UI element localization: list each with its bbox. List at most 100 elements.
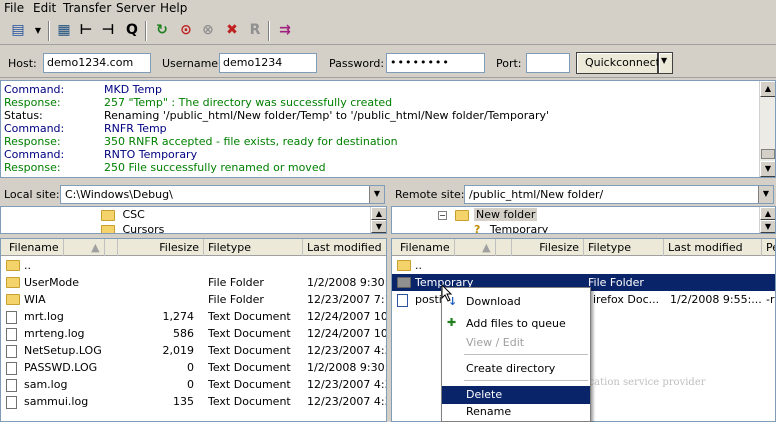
- file-name: sam.log: [24, 378, 68, 391]
- local-path-dropdown-icon[interactable]: ▼: [369, 186, 384, 203]
- site-manager-icon[interactable]: ▤: [8, 20, 28, 40]
- local-tree-scrollbar[interactable]: ▲ ▼: [370, 207, 386, 233]
- column-last-modified[interactable]: Last modified: [664, 239, 762, 256]
- menu-server[interactable]: Server: [116, 1, 155, 15]
- menu-edit[interactable]: Edit: [33, 1, 56, 15]
- file-type: File Folder: [208, 276, 264, 289]
- column-last-modified[interactable]: Last modified: [303, 239, 386, 256]
- file-modified: 1/2/2008 9:55:...: [670, 293, 762, 306]
- tree-item-csc[interactable]: CSC: [101, 208, 145, 221]
- file-size: 0: [187, 378, 194, 391]
- menu-item-rename[interactable]: Rename: [442, 403, 590, 421]
- quickconnect-bar: Host: demo1234.com Username: demo1234 Pa…: [0, 46, 776, 78]
- context-menu: ↓ Download ✚ Add files to queue View / E…: [441, 287, 591, 422]
- scroll-down-icon[interactable]: ▼: [371, 220, 386, 233]
- message-log-icon[interactable]: ▦: [54, 20, 74, 40]
- remote-path-combo[interactable]: /public_html/New folder/ ▼: [464, 185, 774, 204]
- scroll-up-icon[interactable]: ▲: [760, 207, 775, 220]
- folder-icon: [454, 209, 469, 221]
- file-row[interactable]: ..: [392, 257, 775, 274]
- column-filetype[interactable]: Filetype: [584, 239, 664, 256]
- scroll-down-icon[interactable]: ▼: [760, 220, 775, 233]
- local-site-label: Local site:: [4, 188, 60, 201]
- local-path-combo[interactable]: C:\Windows\Debug\ ▼: [60, 185, 385, 204]
- port-input[interactable]: [526, 53, 570, 73]
- column-permissions[interactable]: Pe: [762, 239, 775, 256]
- queue-icon[interactable]: Q: [122, 20, 142, 40]
- file-row[interactable]: mrt.log 1,274 Text Document 12/24/2007 10:4: [1, 308, 386, 325]
- menu-transfer[interactable]: Transfer: [63, 1, 111, 15]
- cancel-icon[interactable]: ⊗: [198, 20, 218, 40]
- menu-help[interactable]: Help: [160, 1, 187, 15]
- file-name: mrteng.log: [24, 327, 85, 340]
- local-tree: CSC Cursors ▲ ▼: [0, 206, 387, 234]
- folder-icon: [101, 224, 115, 233]
- folder-icon: [101, 209, 115, 221]
- column-filesize[interactable]: Filesize: [512, 239, 584, 256]
- text-file-icon: [6, 362, 17, 375]
- log-type: Status:: [4, 109, 43, 122]
- file-name: ..: [24, 259, 31, 272]
- sort-asc-icon: ▲: [478, 239, 496, 256]
- text-file-icon: [6, 328, 17, 341]
- menu-item-add-to-queue[interactable]: ✚ Add files to queue: [442, 315, 590, 333]
- file-row[interactable]: mrteng.log 586 Text Document 12/24/2007 10:…: [1, 325, 386, 342]
- file-row[interactable]: WIA File Folder 12/23/2007 7:19: [1, 291, 386, 308]
- remote-tree-scrollbar[interactable]: ▲ ▼: [759, 207, 775, 233]
- file-type: irefox Doc...: [593, 293, 660, 306]
- dropdown-icon[interactable]: ▼: [28, 20, 48, 40]
- folder-icon: [6, 294, 20, 305]
- file-type: Text Document: [208, 327, 291, 340]
- quickconnect-button[interactable]: Quickconnect: [576, 52, 660, 74]
- message-log: Command: MKD Temp Response: 257 "Temp" : Th…: [0, 80, 776, 178]
- column-filename[interactable]: Filename ▲: [1, 239, 118, 256]
- file-row[interactable]: ..: [1, 257, 386, 274]
- file-row[interactable]: UserMode File Folder 1/2/2008 9:30:3: [1, 274, 386, 291]
- menu-separator: [464, 380, 588, 381]
- file-name: mrt.log: [24, 310, 64, 323]
- file-row[interactable]: sam.log 0 Text Document 12/23/2007 4:34: [1, 376, 386, 393]
- tree-item-new-folder[interactable]: − New folder: [438, 208, 538, 221]
- compare-icon[interactable]: ⇉: [275, 20, 295, 40]
- reconnect-icon[interactable]: R: [245, 20, 265, 40]
- menu-item-create-directory[interactable]: Create directory: [442, 360, 590, 378]
- remote-tree-icon[interactable]: ⊣: [98, 20, 118, 40]
- refresh-icon[interactable]: ↻: [152, 20, 172, 40]
- local-tree-icon[interactable]: ⊢: [76, 20, 96, 40]
- host-input[interactable]: demo1234.com: [43, 53, 151, 73]
- username-input[interactable]: demo1234: [219, 53, 317, 73]
- scroll-up-icon[interactable]: ▲: [760, 81, 775, 97]
- scroll-thumb[interactable]: [761, 149, 775, 159]
- remote-path-dropdown-icon[interactable]: ▼: [758, 186, 773, 203]
- add-to-queue-icon: ✚: [447, 316, 457, 329]
- log-type: Response:: [4, 135, 61, 148]
- menu-item-delete[interactable]: Delete: [442, 386, 590, 404]
- menu-item-download[interactable]: ↓ Download: [442, 293, 590, 311]
- column-filename[interactable]: Filename ▲: [392, 239, 512, 256]
- tree-item-label: CSC: [122, 208, 145, 221]
- column-filesize[interactable]: Filesize: [118, 239, 204, 256]
- file-row[interactable]: sammui.log 135 Text Document 12/23/2007 4:3…: [1, 393, 386, 410]
- quickconnect-dropdown-icon[interactable]: ▼: [658, 52, 673, 74]
- tree-item-cursors[interactable]: Cursors: [101, 223, 164, 233]
- log-scrollbar[interactable]: ▲ ▼: [759, 81, 775, 177]
- file-modified: 12/23/2007 4:34: [307, 378, 386, 391]
- file-type: Text Document: [208, 310, 291, 323]
- column-filetype[interactable]: Filetype: [204, 239, 303, 256]
- process-queue-icon[interactable]: ⊙: [176, 20, 196, 40]
- file-row[interactable]: PASSWD.LOG 0 Text Document 1/2/2008 9:30:3: [1, 359, 386, 376]
- file-size: 135: [173, 395, 194, 408]
- collapse-icon[interactable]: −: [438, 210, 447, 220]
- disconnect-icon[interactable]: ✖: [222, 20, 242, 40]
- file-name: UserMode: [24, 276, 80, 289]
- scroll-down-icon[interactable]: ▼: [760, 161, 775, 177]
- tree-item-temporary[interactable]: ? Temporary: [474, 223, 548, 233]
- password-input[interactable]: ••••••••: [386, 53, 485, 73]
- menu-file[interactable]: File: [4, 1, 24, 15]
- scroll-up-icon[interactable]: ▲: [371, 207, 386, 220]
- file-row[interactable]: NetSetup.LOG 2,019 Text Document 12/23/2007…: [1, 342, 386, 359]
- file-modified: 12/23/2007 4:34: [307, 344, 386, 357]
- file-name: WIA: [24, 293, 46, 306]
- username-label: Username:: [162, 57, 222, 70]
- file-name: NetSetup.LOG: [24, 344, 102, 357]
